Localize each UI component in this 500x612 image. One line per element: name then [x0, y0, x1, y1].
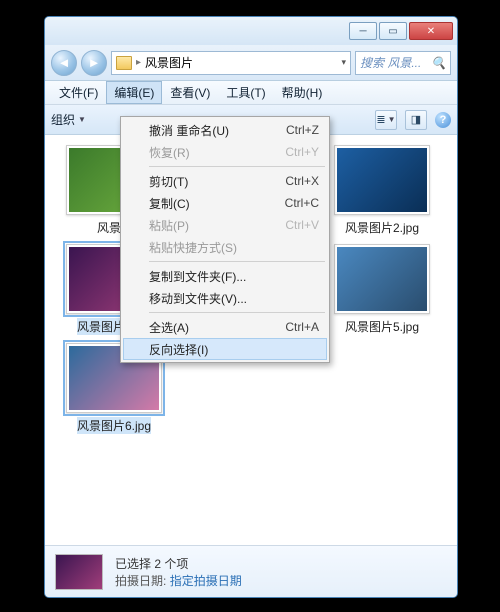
menu-separator: [149, 261, 325, 262]
titlebar: ─ ▭ ✕: [45, 17, 457, 45]
close-button[interactable]: ✕: [409, 22, 453, 40]
minimize-button[interactable]: ─: [349, 22, 377, 40]
status-count: 已选择 2 个项: [115, 555, 242, 572]
search-input[interactable]: 搜索 风景... 🔍: [355, 51, 451, 75]
menu-select-all[interactable]: 全选(A)Ctrl+A: [123, 316, 327, 338]
menu-move-to-folder[interactable]: 移动到文件夹(V)...: [123, 287, 327, 309]
menu-help[interactable]: 帮助(H): [274, 81, 331, 104]
file-caption: 风景图片2.jpg: [345, 219, 419, 236]
maximize-button[interactable]: ▭: [379, 22, 407, 40]
status-bar: 已选择 2 个项 拍摄日期: 指定拍摄日期: [45, 545, 457, 597]
organize-button[interactable]: 组织▼: [51, 111, 86, 128]
menu-paste-shortcut: 粘贴快捷方式(S): [123, 236, 327, 258]
menu-tools[interactable]: 工具(T): [218, 81, 273, 104]
status-date-label: 拍摄日期:: [115, 574, 166, 588]
menu-copy[interactable]: 复制(C)Ctrl+C: [123, 192, 327, 214]
breadcrumb-folder: 风景图片: [145, 54, 193, 71]
file-thumbnail: [334, 145, 430, 215]
menu-view[interactable]: 查看(V): [162, 81, 218, 104]
menu-file[interactable]: 文件(F): [51, 81, 106, 104]
search-placeholder: 搜索 风景...: [360, 54, 421, 71]
menu-separator: [149, 312, 325, 313]
file-item[interactable]: 风景图片5.jpg: [319, 244, 445, 335]
menu-paste: 粘贴(P)Ctrl+V: [123, 214, 327, 236]
help-icon[interactable]: ?: [435, 112, 451, 128]
menubar: 文件(F) 编辑(E) 查看(V) 工具(T) 帮助(H): [45, 81, 457, 105]
edit-menu-dropdown: 撤消 重命名(U)Ctrl+Z 恢复(R)Ctrl+Y 剪切(T)Ctrl+X …: [120, 116, 330, 363]
breadcrumb[interactable]: ▸ 风景图片 ▾: [111, 51, 351, 75]
menu-redo: 恢复(R)Ctrl+Y: [123, 141, 327, 163]
file-caption: 风景图片6.jpg: [77, 417, 151, 434]
file-item[interactable]: 风景图片2.jpg: [319, 145, 445, 236]
file-caption: 风景图片5.jpg: [345, 318, 419, 335]
view-options-button[interactable]: ≣▼: [375, 110, 397, 130]
chevron-right-icon: ▸: [136, 57, 141, 68]
menu-invert-selection[interactable]: 反向选择(I): [123, 338, 327, 360]
status-date-value: 指定拍摄日期: [170, 574, 242, 588]
address-bar: ◄ ► ▸ 风景图片 ▾ 搜索 风景... 🔍: [45, 45, 457, 81]
search-icon: 🔍: [431, 56, 446, 70]
file-thumbnail: [334, 244, 430, 314]
folder-icon: [116, 56, 132, 70]
menu-separator: [149, 166, 325, 167]
back-button[interactable]: ◄: [51, 50, 77, 76]
menu-cut[interactable]: 剪切(T)Ctrl+X: [123, 170, 327, 192]
menu-undo[interactable]: 撤消 重命名(U)Ctrl+Z: [123, 119, 327, 141]
preview-pane-button[interactable]: ◨: [405, 110, 427, 130]
chevron-down-icon[interactable]: ▾: [341, 57, 346, 68]
selection-thumb: [55, 554, 103, 590]
menu-copy-to-folder[interactable]: 复制到文件夹(F)...: [123, 265, 327, 287]
menu-edit[interactable]: 编辑(E): [106, 81, 162, 104]
status-text: 已选择 2 个项 拍摄日期: 指定拍摄日期: [115, 555, 242, 589]
forward-button[interactable]: ►: [81, 50, 107, 76]
